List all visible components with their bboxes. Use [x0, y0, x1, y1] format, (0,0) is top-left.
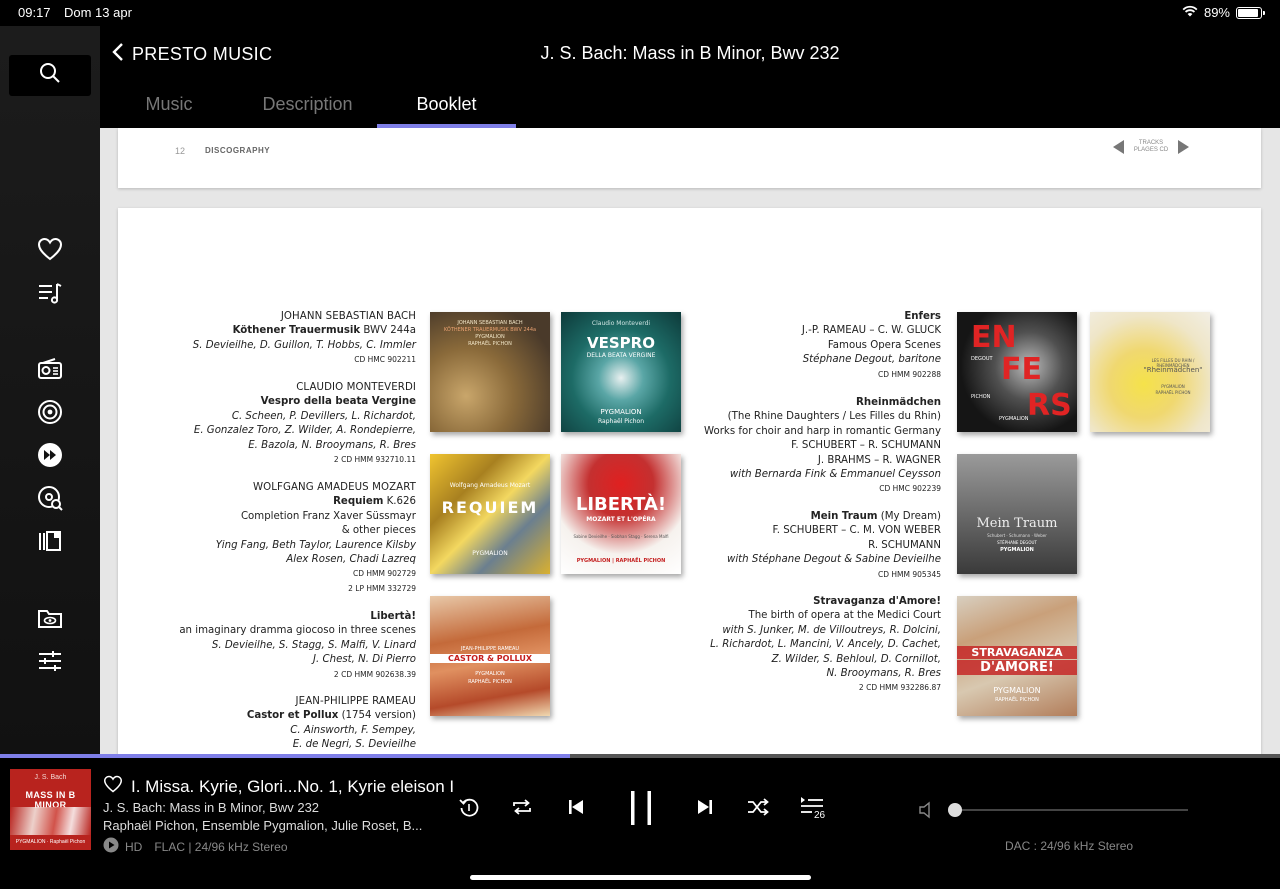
heart-icon — [37, 237, 63, 266]
discography-entry-vespro: CLAUDIO MONTEVERDI Vespro della beata Ve… — [193, 382, 416, 465]
dac-label: DAC : 24/96 kHz Stereo — [1005, 839, 1134, 853]
sidebar-podcasts[interactable] — [36, 399, 64, 430]
shuffle-icon — [746, 797, 770, 822]
discography-entry-stravaganza: Stravaganza d'Amore! The birth of opera … — [710, 596, 941, 693]
sidebar-library[interactable] — [36, 529, 64, 557]
discography-entry-liberta: Libertà! an imaginary dramma giocoso in … — [179, 611, 416, 679]
podcast-icon — [37, 399, 63, 430]
album-cover-liberta[interactable]: LIBERTÀ! MOZART ET L'OPÉRA Sabine Deviei… — [561, 454, 681, 574]
booklet-page-discography: JOHANN SEBASTIAN BACH Köthener Trauermus… — [118, 208, 1261, 754]
pause-button[interactable] — [624, 790, 658, 830]
playlist-icon — [37, 281, 63, 310]
triangle-left-icon[interactable] — [1113, 140, 1124, 154]
fast-forward-circle-icon — [37, 442, 63, 473]
replay-button[interactable] — [454, 794, 484, 824]
repeat-button[interactable] — [507, 794, 537, 824]
radio-icon — [37, 357, 63, 386]
speaker-icon — [918, 801, 936, 824]
queue-icon: 26 — [799, 795, 829, 823]
format-label: FLAC | 24/96 kHz Stereo — [154, 839, 288, 854]
back-button[interactable]: PRESTO MUSIC — [112, 42, 272, 67]
wifi-icon — [1182, 5, 1198, 20]
settings-sliders-icon — [37, 649, 63, 678]
battery-icon — [1236, 6, 1265, 19]
now-playing-artwork[interactable]: J. S. Bach MASS IN B MINOR PYGMALION · R… — [10, 769, 91, 850]
album-cover-rheinmadchen[interactable]: LES FILLES DU RHIN / RHEINMÄDCHEN "Rhein… — [1090, 312, 1210, 432]
triangle-right-icon[interactable] — [1178, 140, 1189, 154]
album-header: PRESTO MUSIC J. S. Bach: Mass in B Minor… — [100, 26, 1280, 128]
discography-entry-castor: JEAN-PHILIPPE RAMEAU Castor et Pollux (1… — [246, 696, 416, 751]
tab-description[interactable]: Description — [238, 88, 377, 128]
player-bar: J. S. Bach MASS IN B MINOR PYGMALION · R… — [0, 758, 1280, 889]
now-playing-format: HD FLAC | 24/96 kHz Stereo — [103, 837, 288, 856]
booklet-tracks-nav[interactable]: TRACKS PLAGES CD — [1113, 140, 1189, 154]
queue-count: 26 — [813, 810, 827, 821]
queue-button[interactable]: 26 — [797, 794, 831, 824]
search-icon — [39, 62, 61, 89]
now-playing-title-row: I. Missa. Kyrie, Glori...No. 1, Kyrie el… — [103, 775, 454, 798]
home-indicator[interactable] — [470, 875, 811, 880]
sidebar-search-button[interactable] — [9, 55, 91, 96]
library-icon — [37, 529, 63, 558]
album-cover-mein-traum[interactable]: Mein Traum Schubert · Schumann · Weber S… — [957, 454, 1077, 574]
booklet-section-label: DISCOGRAPHY — [205, 146, 271, 155]
now-playing-artists[interactable]: Raphaël Pichon, Ensemble Pygmalion, Juli… — [103, 818, 422, 833]
tab-music[interactable]: Music — [100, 88, 238, 128]
album-cover-requiem[interactable]: Wolfgang Amadeus Mozart REQUIEM PYGMALIO… — [430, 454, 550, 574]
back-label: PRESTO MUSIC — [132, 44, 273, 64]
replay-icon — [458, 796, 480, 823]
page-title: J. S. Bach: Mass in B Minor, Bwv 232 — [540, 43, 840, 63]
sidebar-offline[interactable] — [36, 606, 64, 634]
album-cover-enfers[interactable]: EN FE RS DEGOUT PICHON PYGMALION — [957, 312, 1077, 432]
status-time: 09:17 — [18, 5, 51, 20]
sidebar-new-releases[interactable] — [36, 442, 64, 473]
booklet-tracks-label: TRACKS PLAGES CD — [1133, 140, 1169, 153]
now-playing-album[interactable]: J. S. Bach: Mass in B Minor, Bwv 232 — [103, 800, 319, 815]
status-bar: 09:17 Dom 13 apr 89% — [0, 0, 1280, 26]
skip-next-icon — [696, 798, 714, 821]
disc-search-icon — [37, 485, 63, 516]
sidebar-settings[interactable] — [36, 649, 64, 677]
quality-badge: HD — [125, 839, 143, 854]
booklet-viewer[interactable]: 12 DISCOGRAPHY TRACKS PLAGES CD JOHANN S… — [100, 128, 1280, 754]
album-cover-vespro[interactable]: Claudio Monteverdi VESPRO DELLA BEATA VE… — [561, 312, 681, 432]
status-right: 89% — [1182, 5, 1265, 20]
booklet-page-number: 12 — [175, 146, 186, 156]
sidebar-discover[interactable] — [36, 485, 64, 516]
play-circle-icon — [103, 837, 119, 856]
shuffle-button[interactable] — [743, 794, 773, 824]
skip-previous-icon — [567, 798, 585, 821]
album-cover-stravaganza[interactable]: STRAVAGANZA D'AMORE! PYGMALION RAPHAËL P… — [957, 596, 1077, 716]
album-cover-trauermusik[interactable]: JOHANN SEBASTIAN BACH KÖTHENER TRAUERMUS… — [430, 312, 550, 432]
chevron-left-icon — [112, 42, 124, 67]
sidebar-favorites[interactable] — [36, 237, 64, 265]
sidebar-playlists[interactable] — [36, 281, 64, 309]
repeat-icon — [510, 797, 534, 822]
discography-entry-requiem: WOLFGANG AMADEUS MOZART Requiem K.626 Co… — [215, 482, 416, 593]
sidebar — [0, 26, 100, 754]
previous-button[interactable] — [561, 794, 591, 824]
battery-percent: 89% — [1203, 5, 1230, 20]
next-button[interactable] — [690, 794, 720, 824]
album-cover-castor[interactable]: JEAN-PHILIPPE RAMEAU CASTOR & POLLUX PYG… — [430, 596, 550, 716]
heart-outline-icon[interactable] — [103, 775, 123, 798]
volume-slider[interactable] — [918, 800, 1190, 820]
discography-entry-trauermusik: JOHANN SEBASTIAN BACH Köthener Trauermus… — [192, 311, 416, 365]
volume-track[interactable] — [956, 809, 1188, 811]
now-playing-title: I. Missa. Kyrie, Glori...No. 1, Kyrie el… — [131, 776, 455, 796]
sidebar-radio[interactable] — [36, 357, 64, 385]
tab-bar: Music Description Booklet — [100, 88, 516, 128]
volume-knob[interactable] — [948, 803, 962, 817]
status-date: Dom 13 apr — [64, 5, 132, 20]
folder-eye-icon — [37, 607, 63, 634]
tab-booklet[interactable]: Booklet — [377, 88, 516, 128]
pause-icon — [628, 790, 654, 831]
booklet-page-header: 12 DISCOGRAPHY TRACKS PLAGES CD — [118, 128, 1261, 188]
